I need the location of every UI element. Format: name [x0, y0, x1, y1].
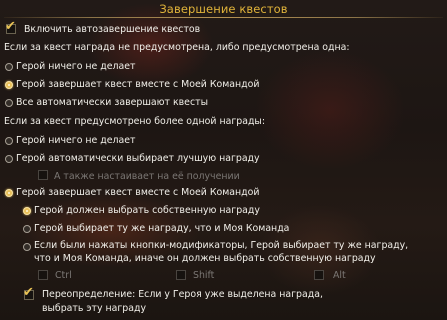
radio-sub-modifiers-label-line2[interactable]: что и Моя Команда, иначе он должен выбра…: [34, 253, 376, 265]
radio-sub-own-reward[interactable]: [23, 207, 31, 215]
section-single-reward-heading: Если за квест награда не предусмотрена, …: [4, 42, 350, 53]
enable-autocomplete-label[interactable]: Включить автозавершение квестов: [24, 24, 200, 36]
shift-label[interactable]: Shift: [193, 270, 214, 282]
also-insist-checkbox[interactable]: [38, 170, 48, 180]
override-label-line2[interactable]: выбрать эту награду: [42, 303, 146, 315]
checkmark-icon: ✔: [23, 285, 34, 300]
section-multiple-reward-heading: Если за квест предусмотрено более одной …: [4, 116, 265, 127]
checkmark-icon: ✔: [5, 19, 16, 34]
shift-checkbox[interactable]: [176, 270, 186, 280]
quest-completion-panel: Завершение квестов ✔ Включить автозаверш…: [0, 0, 447, 320]
radio-sub-modifiers[interactable]: [23, 243, 31, 251]
radio-multi-team[interactable]: [5, 189, 13, 197]
title-divider: [4, 17, 443, 18]
alt-checkbox[interactable]: [314, 270, 324, 280]
radio-sub-modifiers-label-line1[interactable]: Если были нажаты кнопки-модификаторы, Ге…: [34, 240, 408, 252]
radio-sub-same-reward[interactable]: [23, 225, 31, 233]
radio-multi-best-label[interactable]: Герой автоматически выбирает лучшую нагр…: [16, 153, 260, 165]
radio-multi-team-label[interactable]: Герой завершает квест вместе с Моей Кома…: [16, 187, 259, 199]
alt-label[interactable]: Alt: [333, 270, 346, 282]
radio-sub-own-reward-label[interactable]: Герой должен выбрать собственную награду: [34, 205, 260, 217]
radio-multi-nothing[interactable]: [5, 137, 13, 145]
radio-single-nothing-label[interactable]: Герой ничего не делает: [16, 61, 136, 73]
ctrl-label[interactable]: Ctrl: [55, 270, 72, 282]
radio-multi-nothing-label[interactable]: Герой ничего не делает: [16, 135, 136, 147]
radio-single-everyone-label[interactable]: Все автоматически завершают квесты: [16, 97, 208, 109]
ctrl-checkbox[interactable]: [38, 270, 48, 280]
radio-multi-best[interactable]: [5, 155, 13, 163]
override-label-line1[interactable]: Переопределение: Если у Героя уже выделе…: [42, 289, 323, 301]
radio-single-everyone[interactable]: [5, 99, 13, 107]
radio-single-nothing[interactable]: [5, 63, 13, 71]
radio-sub-same-reward-label[interactable]: Герой выбирает ту же награду, что и Моя …: [34, 223, 289, 235]
radio-single-team[interactable]: [5, 81, 13, 89]
panel-title: Завершение квестов: [159, 2, 288, 16]
also-insist-label[interactable]: А также настаивает на её получении: [54, 171, 240, 183]
radio-single-team-label[interactable]: Герой завершает квест вместе с Моей Кома…: [16, 79, 259, 91]
